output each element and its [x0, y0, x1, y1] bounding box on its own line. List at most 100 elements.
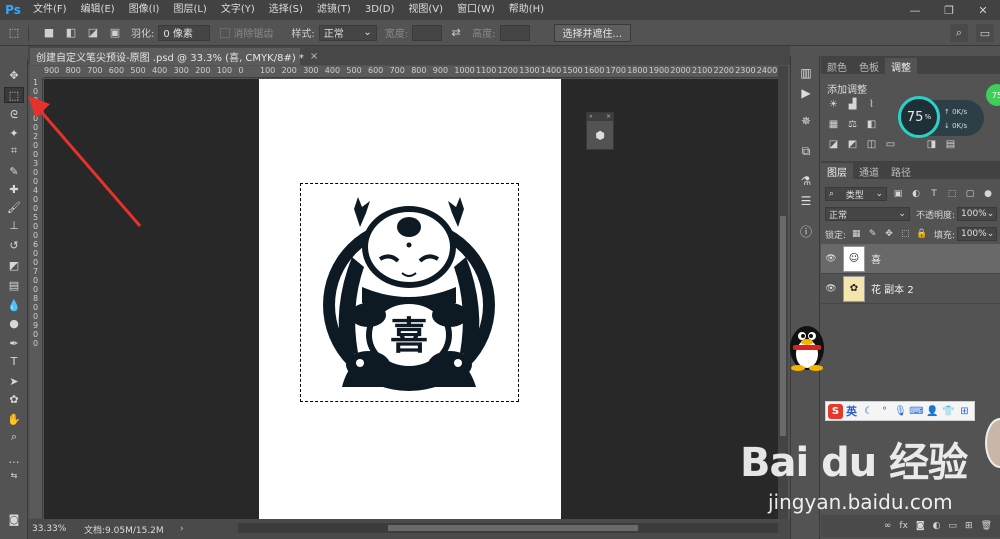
feather-input[interactable]: 0 像素: [158, 24, 211, 41]
clone-source-icon[interactable]: ⧉: [797, 142, 815, 160]
filter-kind-select[interactable]: ⌕ 类型 ⌄: [825, 187, 887, 201]
filter-pixel-icon[interactable]: ▣: [891, 187, 905, 201]
canvas-area[interactable]: 喜: [44, 79, 778, 519]
style-select[interactable]: 正常 ⌄: [318, 24, 377, 41]
eye-icon[interactable]: 👁: [823, 284, 839, 294]
filter-shape-icon[interactable]: ⬚: [945, 187, 959, 201]
ime-toolbar[interactable]: S 英 ☾ ° 🎙 ⌨ 👤 👕 ⊞: [825, 401, 975, 421]
pen-tool-icon[interactable]: ✒: [4, 335, 24, 351]
workspace-icon[interactable]: ▭: [976, 24, 994, 42]
hue-saturation-icon[interactable]: ▦: [827, 118, 840, 131]
info-icon[interactable]: ⓘ: [797, 222, 815, 240]
select-and-mask-button[interactable]: 选择并遮住...: [553, 23, 632, 42]
eyedropper-tool-icon[interactable]: ✎: [4, 163, 24, 179]
qq-penguin-icon[interactable]: [782, 318, 832, 372]
lasso-tool-icon[interactable]: ᘓ: [4, 107, 24, 123]
cube-icon[interactable]: ⬢: [587, 129, 613, 142]
grid-icon[interactable]: ⊞: [958, 405, 971, 418]
move-tool-icon[interactable]: ✥: [4, 67, 24, 83]
photo-filter-icon[interactable]: ▤: [944, 138, 957, 151]
opacity-input[interactable]: 100% ⌄: [957, 207, 997, 221]
layer-row[interactable]: 👁 ☺ 喜: [821, 244, 1000, 274]
lock-position-icon[interactable]: ✥: [883, 227, 895, 241]
actions-play-icon[interactable]: ▶: [797, 84, 815, 102]
antialias-checkbox[interactable]: [220, 27, 231, 38]
gradient-map-icon[interactable]: ▭: [884, 138, 897, 151]
filter-toggle-icon[interactable]: ●: [981, 187, 995, 201]
path-selection-tool-icon[interactable]: ➤: [4, 373, 24, 389]
menu-3d[interactable]: 3D(D): [358, 0, 402, 20]
crop-tool-icon[interactable]: ⌗: [4, 143, 24, 159]
black-white-icon[interactable]: ◧: [865, 118, 878, 131]
menu-image[interactable]: 图像(I): [122, 0, 167, 20]
lock-image-icon[interactable]: ✎: [866, 227, 878, 241]
tool-presets-icon[interactable]: ⚗: [797, 172, 815, 190]
chevron-right-icon[interactable]: ›: [180, 524, 184, 534]
punctuation-icon[interactable]: °: [878, 405, 891, 418]
color-balance-icon[interactable]: ⚖: [846, 118, 859, 131]
gradient-tool-icon[interactable]: ▤: [4, 277, 24, 293]
swap-colors-icon[interactable]: ⇆: [4, 467, 24, 483]
width-input[interactable]: [412, 24, 443, 41]
magic-wand-tool-icon[interactable]: ✦: [4, 125, 24, 141]
curves-icon[interactable]: ⌇: [865, 98, 878, 111]
dodge-tool-icon[interactable]: ●: [4, 315, 24, 331]
fill-input[interactable]: 100% ⌄: [956, 227, 997, 241]
close-tab-icon[interactable]: ×: [310, 51, 318, 62]
filter-adjustment-icon[interactable]: ◐: [909, 187, 923, 201]
levels-icon[interactable]: ▟: [846, 98, 859, 111]
height-input[interactable]: [499, 24, 530, 41]
tab-channels[interactable]: 通道: [853, 163, 885, 179]
posterize-icon[interactable]: ◩: [846, 138, 859, 151]
horizontal-ruler[interactable]: 900 800 700 600 500 400 300 200 100 0 100 200 300 400…: [44, 66, 778, 78]
keyboard-icon[interactable]: ⌨: [909, 405, 923, 418]
vertical-ruler[interactable]: 100100200300400500600700800900: [30, 78, 43, 518]
zoom-level[interactable]: 33.33%: [28, 524, 72, 534]
layer-row[interactable]: 👁 ✿ 花 副本 2: [821, 274, 1000, 304]
microphone-icon[interactable]: 🎙: [894, 405, 907, 418]
properties-sliders-icon[interactable]: ☰: [797, 192, 815, 210]
tab-layers[interactable]: 图层: [821, 163, 853, 179]
brush-tool-icon[interactable]: 🖌: [4, 199, 24, 215]
rectangular-marquee-tool-icon[interactable]: ⬚: [4, 87, 24, 103]
clone-stamp-tool-icon[interactable]: ⊥: [4, 217, 24, 233]
menu-type[interactable]: 文字(Y): [214, 0, 262, 20]
menu-file[interactable]: 文件(F): [26, 0, 74, 20]
healing-brush-tool-icon[interactable]: ✚: [4, 181, 24, 197]
eye-icon[interactable]: 👁: [823, 254, 839, 264]
brightness-icon[interactable]: ☀: [827, 98, 840, 111]
menu-window[interactable]: 窗口(W): [450, 0, 502, 20]
lock-transparent-icon[interactable]: ▦: [850, 227, 862, 241]
tab-paths[interactable]: 路径: [885, 163, 917, 179]
layer-name[interactable]: 花 副本 2: [871, 281, 914, 296]
menu-layer[interactable]: 图层(L): [166, 0, 213, 20]
tab-color[interactable]: 颜色: [821, 58, 853, 74]
menu-help[interactable]: 帮助(H): [502, 0, 551, 20]
filter-type-icon[interactable]: T: [927, 187, 941, 201]
brush-settings-icon[interactable]: ✵: [797, 112, 815, 130]
expand-icon[interactable]: »: [589, 113, 593, 121]
type-tool-icon[interactable]: T: [4, 353, 24, 369]
close-window-button[interactable]: ✕: [966, 0, 1000, 20]
more-tools-icon[interactable]: …: [4, 451, 24, 467]
ime-language[interactable]: 英: [846, 403, 857, 419]
history-panel-icon[interactable]: ▥: [797, 64, 815, 82]
blur-tool-icon[interactable]: 💧: [4, 297, 24, 313]
lock-all-icon[interactable]: 🔒: [916, 227, 928, 241]
history-brush-tool-icon[interactable]: ↺: [4, 237, 24, 253]
blend-mode-select[interactable]: 正常 ⌄: [825, 207, 910, 221]
floating-mini-panel[interactable]: » × ⬢: [586, 112, 614, 150]
close-icon[interactable]: ×: [606, 113, 611, 121]
invert-icon[interactable]: ◪: [827, 138, 840, 151]
skin-icon[interactable]: 👕: [942, 405, 955, 418]
horizontal-scrollbar[interactable]: [238, 523, 778, 533]
menu-edit[interactable]: 编辑(E): [74, 0, 122, 20]
eraser-tool-icon[interactable]: ◩: [4, 257, 24, 273]
speed-ring[interactable]: 75%: [898, 96, 940, 138]
minimize-button[interactable]: —: [898, 0, 932, 20]
swap-dimensions-icon[interactable]: ⇄: [448, 25, 464, 41]
restore-button[interactable]: ❐: [932, 0, 966, 20]
tab-adjustments[interactable]: 调整: [885, 58, 917, 74]
add-selection-icon[interactable]: ◧: [63, 25, 79, 41]
quick-mask-icon[interactable]: ◙: [4, 511, 24, 527]
